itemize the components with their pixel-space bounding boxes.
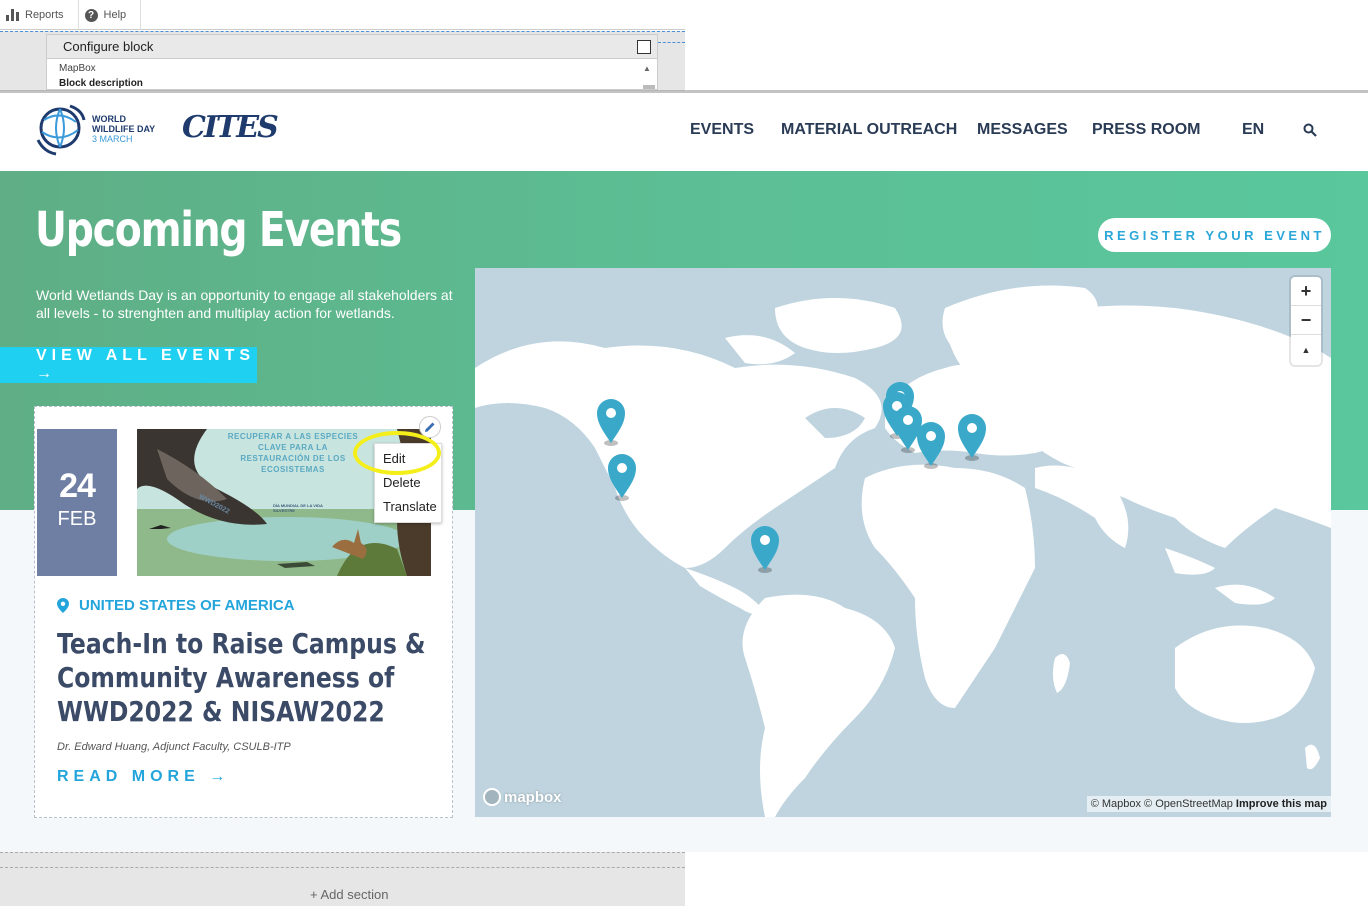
nav-events[interactable]: EVENTS <box>690 121 754 139</box>
reports-tab[interactable]: Reports <box>0 0 79 30</box>
map-attribution: © Mapbox © OpenStreetMap Improve this ma… <box>1086 796 1331 812</box>
event-day: 24 <box>59 467 96 505</box>
divider <box>0 867 685 868</box>
nav-press-room[interactable]: PRESS ROOM <box>1092 121 1200 139</box>
configure-block-body: MapBox Block description ▲ <box>47 59 657 93</box>
configure-block-header: Configure block <box>47 35 657 59</box>
reports-label: Reports <box>25 9 64 21</box>
block-type-label: MapBox <box>59 63 96 74</box>
events-map[interactable]: + − ▲ mapbox © Mapbox © OpenStreetMap Im… <box>475 268 1331 817</box>
configure-block-title: Configure block <box>63 39 154 54</box>
add-section-button[interactable]: + Add section <box>310 887 388 902</box>
logo-date: 3 MARCH <box>92 134 133 144</box>
mapbox-wordmark: mapbox <box>504 788 562 806</box>
event-country: UNITED STATES OF AMERICA <box>79 597 295 614</box>
help-tab[interactable]: ? Help <box>79 0 142 30</box>
close-icon[interactable] <box>637 39 651 54</box>
panel-scrollbar[interactable]: ▲ <box>643 61 655 89</box>
image-headline: RECUPERAR A LAS ESPECIES CLAVE PARA LA R… <box>227 432 359 474</box>
block-description-label: Block description <box>59 78 143 89</box>
menu-item-translate[interactable]: Translate <box>383 499 437 514</box>
page-title: Upcoming Events <box>35 202 402 258</box>
menu-item-delete[interactable]: Delete <box>383 475 421 490</box>
help-label: Help <box>103 9 127 21</box>
zoom-out-button[interactable]: − <box>1291 306 1321 335</box>
location-pin-icon <box>57 598 69 613</box>
mapbox-icon <box>483 788 501 806</box>
nav-messages[interactable]: MESSAGES <box>977 121 1068 139</box>
nav-material-outreach[interactable]: MATERIAL OUTREACH <box>781 121 957 139</box>
globe-logo-icon <box>36 104 86 156</box>
event-card[interactable]: 24 FEB RECUPERAR A LAS ESPECIES CLAVE PA… <box>34 406 453 818</box>
view-all-events-button[interactable]: VIEW ALL EVENTS → <box>0 347 257 383</box>
map-marker[interactable] <box>917 422 945 469</box>
improve-map-link[interactable]: Improve this map <box>1236 798 1327 810</box>
divider <box>658 42 685 43</box>
admin-toolbar: Reports ? Help <box>0 0 685 30</box>
language-switcher[interactable]: EN <box>1242 121 1264 139</box>
event-author: Dr. Edward Huang, Adjunct Faculty, CSULB… <box>57 741 291 753</box>
event-title[interactable]: Teach-In to Raise Campus & Community Awa… <box>57 627 427 729</box>
logo-line-1: WORLD <box>92 114 126 124</box>
map-marker[interactable] <box>751 526 779 573</box>
help-icon: ? <box>84 8 98 22</box>
compass-button[interactable]: ▲ <box>1291 335 1321 364</box>
world-map <box>475 285 1331 817</box>
zoom-in-button[interactable]: + <box>1291 277 1321 306</box>
mapbox-logo[interactable]: mapbox <box>483 788 562 806</box>
attribution-text[interactable]: © Mapbox © OpenStreetMap <box>1091 798 1233 810</box>
add-section-region: + Add section <box>0 852 685 906</box>
register-event-button[interactable]: REGISTER YOUR EVENT <box>1098 218 1331 252</box>
hero-description: World Wetlands Day is an opportunity to … <box>36 287 453 321</box>
event-month: FEB <box>57 508 97 530</box>
compass-icon: ▲ <box>1301 344 1311 355</box>
event-date-box: 24 FEB <box>37 429 117 576</box>
bar-chart-icon <box>6 9 19 21</box>
scroll-up-icon[interactable]: ▲ <box>643 64 651 73</box>
map-zoom-control: + − ▲ <box>1291 277 1321 365</box>
event-location: UNITED STATES OF AMERICA <box>57 597 295 614</box>
image-caption: DÍA MUNDIAL DE LA VIDA SILVESTRE <box>273 503 323 513</box>
search-icon[interactable] <box>1303 123 1317 137</box>
highlight-circle <box>353 431 441 475</box>
read-more-link[interactable]: READ MORE → <box>57 768 230 786</box>
logo-line-2: WILDLIFE DAY <box>92 124 156 134</box>
configure-block-panel: Configure block MapBox Block description… <box>46 34 658 90</box>
world-wildlife-day-logo[interactable]: WORLD WILDLIFE DAY 3 MARCH <box>34 100 155 158</box>
config-block-region: Configure block MapBox Block description… <box>0 31 685 91</box>
logo-text: WORLD WILDLIFE DAY 3 MARCH <box>92 114 155 144</box>
cites-logo[interactable]: CITES <box>182 110 279 145</box>
